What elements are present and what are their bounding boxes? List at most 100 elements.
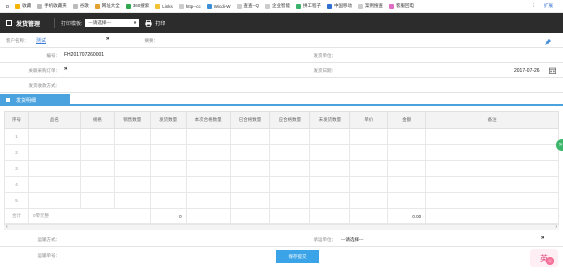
table-cell[interactable]: [309, 176, 351, 193]
table-cell[interactable]: [113, 144, 151, 161]
pin-icon[interactable]: [544, 38, 552, 46]
more-icon[interactable]: ⋮: [532, 3, 537, 9]
table-cell[interactable]: [349, 128, 389, 145]
bookmark-item[interactable]: 网址大全: [94, 3, 120, 9]
ship-date-value[interactable]: 2017-07-26: [514, 68, 540, 74]
table-cell[interactable]: [79, 192, 115, 209]
bookmark-item[interactable]: 拼工程子: [296, 3, 321, 9]
table-cell[interactable]: [425, 128, 559, 145]
table-cell[interactable]: [27, 128, 81, 145]
submit-button[interactable]: 保存提交: [276, 250, 319, 263]
bookmark-item[interactable]: http--cc: [178, 3, 201, 9]
table-cell[interactable]: [27, 176, 81, 193]
column-header[interactable]: 品名: [27, 111, 81, 129]
table-cell[interactable]: [349, 192, 389, 209]
tab-shipment-detail[interactable]: 发货明细: [0, 94, 70, 106]
table-cell[interactable]: [349, 160, 389, 177]
table-cell[interactable]: [79, 128, 115, 145]
bookmark-item[interactable]: 收藏: [15, 3, 31, 9]
table-cell[interactable]: [27, 192, 81, 209]
client-value[interactable]: 测试: [36, 37, 46, 44]
ship-unit-input[interactable]: [340, 51, 555, 60]
table-cell[interactable]: [229, 176, 271, 193]
table-cell[interactable]: [229, 192, 271, 209]
column-header[interactable]: 发货数量: [149, 111, 187, 129]
table-cell[interactable]: [309, 160, 351, 177]
table-cell[interactable]: [113, 176, 151, 193]
tracking-input[interactable]: [64, 251, 264, 260]
bookmark-item[interactable]: Wicdi-W: [206, 3, 231, 9]
column-header[interactable]: 规格: [79, 111, 115, 129]
column-header[interactable]: 序号: [4, 111, 29, 129]
table-cell[interactable]: [113, 128, 151, 145]
print-template-select[interactable]: ---请选择--- »: [85, 19, 140, 27]
column-header[interactable]: 备注: [425, 111, 559, 129]
bookmark-item[interactable]: Links: [155, 3, 173, 9]
table-cell[interactable]: [27, 160, 81, 177]
table-cell[interactable]: [269, 160, 311, 177]
column-header[interactable]: 单价: [349, 111, 389, 129]
client-select-icon[interactable]: »: [106, 36, 109, 42]
table-cell[interactable]: [387, 192, 427, 209]
table-cell[interactable]: [309, 192, 351, 209]
ship-method-input[interactable]: [64, 81, 264, 90]
table-cell[interactable]: [425, 144, 559, 161]
column-header[interactable]: 应合格数量: [269, 111, 311, 129]
logistics-input[interactable]: [64, 235, 284, 244]
table-cell[interactable]: [349, 144, 389, 161]
table-cell[interactable]: [79, 144, 115, 161]
order-select-icon[interactable]: »: [64, 66, 67, 72]
table-cell[interactable]: [387, 144, 427, 161]
table-cell[interactable]: [149, 192, 187, 209]
column-header[interactable]: 金额: [387, 111, 427, 129]
table-cell[interactable]: [309, 128, 351, 145]
table-cell[interactable]: [149, 160, 187, 177]
print-button[interactable]: 打印: [145, 19, 165, 27]
scroll-left-icon[interactable]: ‹: [6, 224, 8, 230]
table-cell[interactable]: [27, 144, 81, 161]
column-header[interactable]: 已合格数量: [229, 111, 271, 129]
bookmark-item[interactable]: 查查--Q: [236, 3, 259, 9]
table-cell[interactable]: [229, 160, 271, 177]
table-cell[interactable]: [387, 128, 427, 145]
table-cell[interactable]: [185, 176, 231, 193]
table-cell[interactable]: [149, 128, 187, 145]
ime-indicator[interactable]: 英: [530, 249, 558, 267]
table-cell[interactable]: [113, 192, 151, 209]
table-cell[interactable]: [425, 176, 559, 193]
table-cell[interactable]: [309, 144, 351, 161]
table-cell[interactable]: [269, 176, 311, 193]
table-cell[interactable]: [269, 128, 311, 145]
table-cell[interactable]: [349, 176, 389, 193]
table-cell[interactable]: [229, 128, 271, 145]
column-header[interactable]: 销售数量: [113, 111, 151, 129]
horizontal-scrollbar[interactable]: ‹ ›: [4, 224, 559, 230]
bookmark-item[interactable]: 案例搜查: [358, 3, 383, 9]
summary-input[interactable]: [160, 36, 540, 45]
table-cell[interactable]: [425, 160, 559, 177]
side-float-button[interactable]: »: [556, 139, 563, 151]
receiver-select[interactable]: ---请选择---: [341, 237, 364, 243]
table-cell[interactable]: [185, 144, 231, 161]
table-cell[interactable]: [229, 144, 271, 161]
bookmark-item[interactable]: 手机收藏夹: [37, 3, 67, 9]
bookmark-item[interactable]: 企业智能: [265, 3, 290, 9]
bookmark-item[interactable]: D: [6, 4, 9, 9]
table-cell[interactable]: [185, 128, 231, 145]
bookmark-item[interactable]: 360搜索: [125, 3, 149, 9]
table-cell[interactable]: [149, 176, 187, 193]
scroll-right-icon[interactable]: ›: [555, 224, 557, 230]
number-value[interactable]: FH201707260001: [64, 52, 104, 58]
table-cell[interactable]: [269, 192, 311, 209]
table-cell[interactable]: [269, 144, 311, 161]
column-header[interactable]: 未发货数量: [309, 111, 351, 129]
calendar-icon[interactable]: [549, 67, 556, 74]
table-cell[interactable]: [149, 144, 187, 161]
table-cell[interactable]: [425, 192, 559, 209]
bookmark-item[interactable]: 中国移动: [327, 3, 352, 9]
bookmark-item[interactable]: 客服回电: [389, 3, 414, 9]
table-cell[interactable]: [113, 160, 151, 177]
table-cell[interactable]: [185, 160, 231, 177]
table-cell[interactable]: [185, 192, 231, 209]
bookmark-item[interactable]: 谷歌: [72, 3, 89, 9]
